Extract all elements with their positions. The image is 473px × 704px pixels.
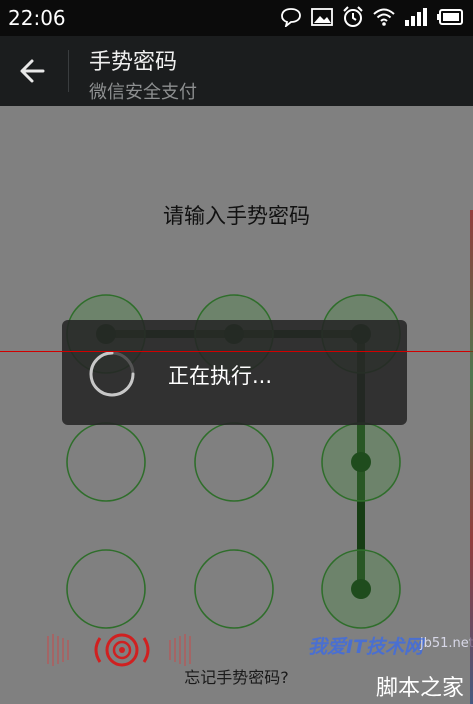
- pattern-node-ring: [66, 422, 146, 502]
- loading-spinner-icon: [89, 351, 135, 397]
- loading-dialog: 正在执行...: [62, 320, 407, 425]
- loading-message: 正在执行...: [168, 364, 273, 388]
- pattern-node-ring: [194, 549, 274, 629]
- watermark-site: 我爱IT技术网 jb51.net 脚本之家: [290, 628, 473, 704]
- pattern-node-8[interactable]: [194, 549, 274, 629]
- pattern-node-9[interactable]: [321, 549, 401, 629]
- watermark-domain: jb51.net: [420, 636, 473, 651]
- pattern-node-7[interactable]: [66, 549, 146, 629]
- watermark-brand: 脚本之家: [376, 676, 465, 701]
- watermark-logo-icon: [47, 633, 191, 667]
- pattern-node-5[interactable]: [194, 422, 274, 502]
- pattern-node-ring: [66, 549, 146, 629]
- pattern-node-dot: [351, 579, 371, 599]
- watermark-site-name: 我爱IT技术网: [308, 636, 424, 658]
- pattern-node-dot: [351, 452, 371, 472]
- screen: 22:06 手势密码 微信安全支付 请输入手势密码 忘记手势密码? 我爱IT技术…: [0, 0, 473, 704]
- pattern-node-4[interactable]: [66, 422, 146, 502]
- pattern-node-6[interactable]: [321, 422, 401, 502]
- red-guide-line: [0, 351, 473, 352]
- pattern-node-ring: [194, 422, 274, 502]
